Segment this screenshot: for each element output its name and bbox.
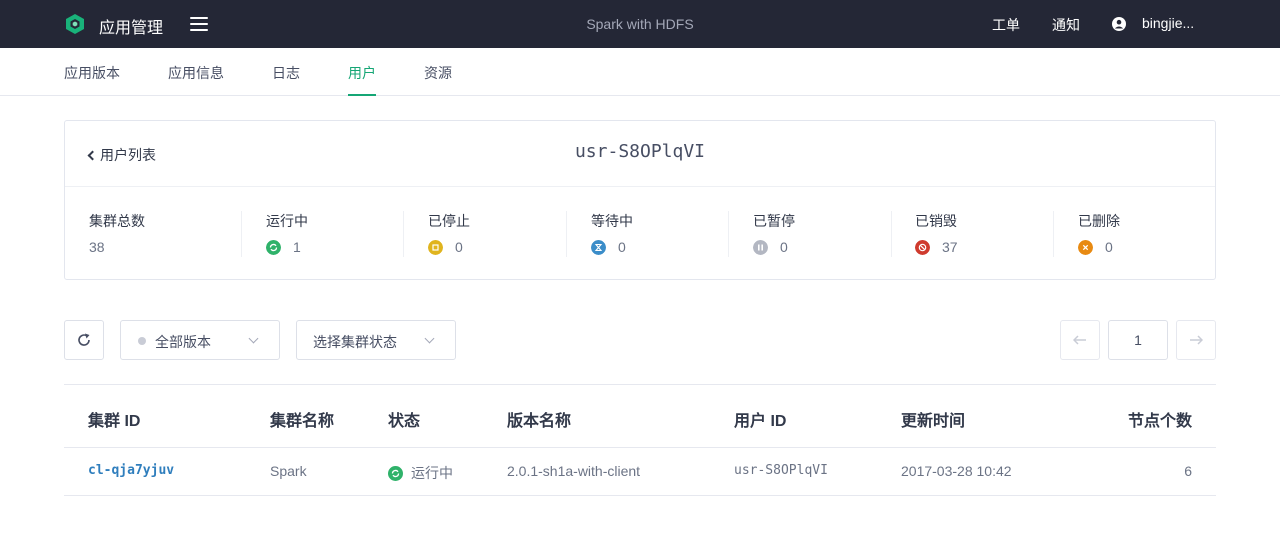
user-summary-card: 用户列表 usr-S8OPlqVI 集群总数 38 运行中 1 已停止 0 等待… [64, 120, 1216, 280]
table-row[interactable]: cl-qja7yjuv Spark 运行中 2.0.1-sh1a-with-cl… [64, 448, 1216, 496]
cluster-status: 运行中 [388, 463, 453, 483]
stat-value: 0 [1105, 239, 1113, 255]
stat-running: 运行中 1 [266, 211, 308, 255]
refresh-button[interactable] [64, 320, 104, 360]
prev-page-button[interactable] [1060, 320, 1100, 360]
tab-bar: 应用版本 应用信息 日志 用户 资源 [0, 48, 1280, 96]
stat-stopped: 已停止 0 [428, 211, 470, 255]
column-header[interactable]: 状态 [388, 407, 420, 431]
top-bar: 应用管理 Spark with HDFS 工单 通知 bingjie... [0, 0, 1280, 48]
user-menu[interactable]: bingjie... [1142, 15, 1194, 31]
stat-label: 已销毁 [915, 213, 957, 229]
notifications-link[interactable]: 通知 [1052, 15, 1080, 35]
version-filter-select[interactable]: 全部版本 [120, 320, 280, 360]
stat-label: 等待中 [591, 213, 633, 229]
chevron-down-icon [424, 333, 435, 344]
stat-pending: 等待中 0 [591, 211, 633, 255]
stat-suspended: 已暂停 0 [753, 211, 795, 255]
running-icon [388, 465, 403, 481]
version-filter-value: 全部版本 [155, 334, 211, 350]
status-dot-icon [138, 337, 146, 345]
arrow-left-icon [1073, 335, 1086, 345]
cluster-id-link[interactable]: cl-qja7yjuv [88, 463, 174, 478]
tab-resources[interactable]: 资源 [424, 63, 452, 96]
stat-label: 集群总数 [89, 213, 145, 229]
next-page-button[interactable] [1176, 320, 1216, 360]
stat-value: 38 [89, 239, 105, 255]
node-count: 6 [1184, 463, 1192, 479]
cluster-status-label: 运行中 [411, 465, 453, 481]
current-page[interactable]: 1 [1108, 320, 1168, 360]
chevron-down-icon [248, 333, 259, 344]
stat-label: 已停止 [428, 213, 470, 229]
deleted-icon [1078, 239, 1093, 255]
cluster-status-placeholder: 选择集群状态 [313, 334, 397, 350]
stat-label: 运行中 [266, 213, 308, 229]
card-header: 用户列表 usr-S8OPlqVI [65, 121, 1215, 187]
updated-time: 2017-03-28 10:42 [901, 463, 1012, 479]
stat-deleted: 已删除 0 [1078, 211, 1120, 255]
table-header: 集群 ID 集群名称 状态 版本名称 用户 ID 更新时间 节点个数 [64, 384, 1216, 448]
version-name: 2.0.1-sh1a-with-client [507, 463, 641, 479]
cluster-name: Spark [270, 463, 307, 479]
column-header[interactable]: 用户 ID [734, 407, 786, 431]
tab-versions[interactable]: 应用版本 [64, 63, 120, 96]
tab-app-info[interactable]: 应用信息 [168, 63, 224, 96]
cluster-status-select[interactable]: 选择集群状态 [296, 320, 456, 360]
column-header[interactable]: 节点个数 [1128, 407, 1192, 431]
ceased-icon [915, 239, 930, 255]
stat-value: 0 [780, 239, 788, 255]
stat-value: 37 [942, 239, 958, 255]
page-context-title: Spark with HDFS [586, 16, 694, 32]
refresh-icon [78, 333, 90, 346]
stat-label: 已删除 [1078, 213, 1120, 229]
arrow-right-icon [1190, 335, 1203, 345]
pending-icon [591, 239, 606, 255]
stat-value: 0 [618, 239, 626, 255]
clusters-table: 集群 ID 集群名称 状态 版本名称 用户 ID 更新时间 节点个数 cl-qj… [64, 384, 1216, 496]
stat-value: 0 [455, 239, 463, 255]
column-header[interactable]: 更新时间 [901, 407, 965, 431]
column-header[interactable]: 版本名称 [507, 407, 571, 431]
suspended-icon [753, 239, 768, 255]
stat-value: 1 [293, 239, 301, 255]
column-header[interactable]: 集群 ID [88, 407, 140, 431]
column-header[interactable]: 集群名称 [270, 407, 334, 431]
stopped-icon [428, 239, 443, 255]
stat-total: 集群总数 38 [89, 211, 145, 255]
stat-ceased: 已销毁 37 [915, 211, 958, 255]
tab-logs[interactable]: 日志 [272, 63, 300, 96]
user-id-title: usr-S8OPlqVI [574, 141, 706, 162]
running-icon [266, 239, 281, 255]
user-avatar-icon[interactable] [1112, 17, 1126, 31]
tab-users[interactable]: 用户 [348, 63, 376, 96]
tickets-link[interactable]: 工单 [992, 15, 1020, 35]
row-user-id: usr-S8OPlqVI [734, 463, 828, 478]
stat-label: 已暂停 [753, 213, 795, 229]
